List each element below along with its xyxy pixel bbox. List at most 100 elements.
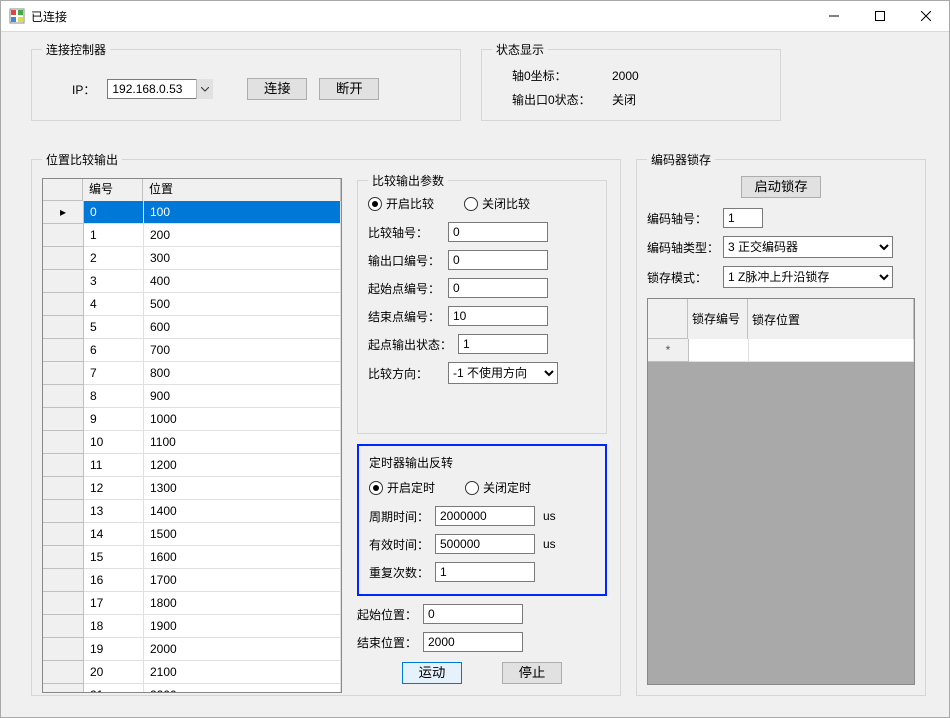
cell-pos[interactable]: 2000: [144, 638, 341, 661]
latch-cell-pos[interactable]: [749, 339, 914, 362]
move-button[interactable]: 运动: [402, 662, 462, 684]
maximize-button[interactable]: [857, 1, 903, 31]
ip-input[interactable]: [107, 79, 213, 99]
cell-pos[interactable]: 2100: [144, 661, 341, 684]
posout-table[interactable]: 编号 位置 ▸010012002300340045005600670078008…: [42, 178, 342, 693]
table-row[interactable]: 2300: [43, 247, 341, 270]
cell-pos[interactable]: 1600: [144, 546, 341, 569]
cell-pos[interactable]: 1400: [144, 500, 341, 523]
table-row[interactable]: 91000: [43, 408, 341, 431]
cmp-on-radio[interactable]: 开启比较: [368, 195, 434, 212]
table-row[interactable]: 3400: [43, 270, 341, 293]
table-row[interactable]: 202100: [43, 661, 341, 684]
table-row[interactable]: 212200: [43, 684, 341, 692]
posout-col-id[interactable]: 编号: [83, 179, 143, 201]
latch-col-id[interactable]: 锁存编号: [688, 299, 748, 339]
cell-pos[interactable]: 1800: [144, 592, 341, 615]
cmp-startid-input[interactable]: [448, 278, 548, 298]
cell-pos[interactable]: 1100: [144, 431, 341, 454]
start-latch-button[interactable]: 启动锁存: [741, 176, 821, 198]
cell-id[interactable]: 7: [84, 362, 144, 385]
cell-pos[interactable]: 500: [144, 293, 341, 316]
cell-id[interactable]: 12: [84, 477, 144, 500]
cell-id[interactable]: 3: [84, 270, 144, 293]
endpos-input[interactable]: [423, 632, 523, 652]
cell-pos[interactable]: 2200: [144, 684, 341, 692]
cell-pos[interactable]: 1500: [144, 523, 341, 546]
startpos-input[interactable]: [423, 604, 523, 624]
timer-off-radio[interactable]: 关闭定时: [465, 479, 531, 496]
cell-id[interactable]: 4: [84, 293, 144, 316]
cell-pos[interactable]: 600: [144, 316, 341, 339]
cell-pos[interactable]: 1900: [144, 615, 341, 638]
timer-on-radio[interactable]: 开启定时: [369, 479, 435, 496]
table-row[interactable]: 7800: [43, 362, 341, 385]
latch-body[interactable]: *: [648, 339, 914, 684]
ip-combo[interactable]: [107, 79, 213, 99]
table-row[interactable]: 5600: [43, 316, 341, 339]
latch-cell-id[interactable]: [689, 339, 749, 362]
table-row[interactable]: 181900: [43, 615, 341, 638]
table-row[interactable]: 161700: [43, 569, 341, 592]
cell-id[interactable]: 5: [84, 316, 144, 339]
minimize-button[interactable]: [811, 1, 857, 31]
close-button[interactable]: [903, 1, 949, 31]
enc-axis-input[interactable]: [723, 208, 763, 228]
posout-col-pos[interactable]: 位置: [143, 179, 341, 201]
table-row[interactable]: 171800: [43, 592, 341, 615]
cmp-endid-input[interactable]: [448, 306, 548, 326]
cmp-dir-select[interactable]: -1 不使用方向: [448, 362, 558, 384]
table-row[interactable]: 192000: [43, 638, 341, 661]
enc-type-select[interactable]: 3 正交编码器: [723, 236, 893, 258]
cell-id[interactable]: 18: [84, 615, 144, 638]
table-row[interactable]: 121300: [43, 477, 341, 500]
cmp-outid-input[interactable]: [448, 250, 548, 270]
cell-id[interactable]: 16: [84, 569, 144, 592]
cell-id[interactable]: 21: [84, 684, 144, 692]
table-row[interactable]: ▸0100: [43, 201, 341, 224]
table-row[interactable]: *: [648, 339, 914, 362]
cell-id[interactable]: 6: [84, 339, 144, 362]
table-row[interactable]: 141500: [43, 523, 341, 546]
cell-pos[interactable]: 1300: [144, 477, 341, 500]
table-row[interactable]: 111200: [43, 454, 341, 477]
cmp-axis-input[interactable]: [448, 222, 548, 242]
cmp-off-radio[interactable]: 关闭比较: [464, 195, 530, 212]
cell-pos[interactable]: 1200: [144, 454, 341, 477]
timer-valid-input[interactable]: [435, 534, 535, 554]
connect-button[interactable]: 连接: [247, 78, 307, 100]
disconnect-button[interactable]: 断开: [319, 78, 379, 100]
timer-period-input[interactable]: [435, 506, 535, 526]
table-row[interactable]: 101100: [43, 431, 341, 454]
table-row[interactable]: 1200: [43, 224, 341, 247]
cell-id[interactable]: 14: [84, 523, 144, 546]
cell-id[interactable]: 2: [84, 247, 144, 270]
stop-button[interactable]: 停止: [502, 662, 562, 684]
cell-id[interactable]: 1: [84, 224, 144, 247]
table-row[interactable]: 4500: [43, 293, 341, 316]
cell-id[interactable]: 0: [84, 201, 144, 224]
cell-pos[interactable]: 900: [144, 385, 341, 408]
cell-pos[interactable]: 100: [144, 201, 341, 224]
table-row[interactable]: 131400: [43, 500, 341, 523]
posout-body[interactable]: ▸010012002300340045005600670078008900910…: [43, 201, 341, 692]
cell-id[interactable]: 20: [84, 661, 144, 684]
cell-id[interactable]: 11: [84, 454, 144, 477]
cell-id[interactable]: 13: [84, 500, 144, 523]
cell-pos[interactable]: 400: [144, 270, 341, 293]
cell-pos[interactable]: 1000: [144, 408, 341, 431]
cell-id[interactable]: 17: [84, 592, 144, 615]
timer-repeat-input[interactable]: [435, 562, 535, 582]
cell-id[interactable]: 19: [84, 638, 144, 661]
cell-id[interactable]: 9: [84, 408, 144, 431]
cell-pos[interactable]: 300: [144, 247, 341, 270]
cell-pos[interactable]: 700: [144, 339, 341, 362]
enc-mode-select[interactable]: 1 Z脉冲上升沿锁存: [723, 266, 893, 288]
cmp-startout-input[interactable]: [458, 334, 548, 354]
cell-pos[interactable]: 800: [144, 362, 341, 385]
cell-id[interactable]: 8: [84, 385, 144, 408]
cell-id[interactable]: 10: [84, 431, 144, 454]
cell-pos[interactable]: 1700: [144, 569, 341, 592]
cell-pos[interactable]: 200: [144, 224, 341, 247]
table-row[interactable]: 6700: [43, 339, 341, 362]
